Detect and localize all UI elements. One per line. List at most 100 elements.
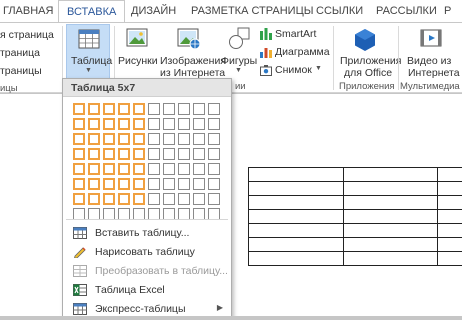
- grid-cell[interactable]: [163, 148, 175, 160]
- grid-cell-selected[interactable]: [118, 103, 130, 115]
- grid-cell[interactable]: [148, 133, 160, 145]
- grid-cell[interactable]: [208, 193, 220, 205]
- document-table[interactable]: [248, 167, 462, 266]
- grid-cell[interactable]: [178, 193, 190, 205]
- grid-cell-selected[interactable]: [103, 103, 115, 115]
- grid-cell-selected[interactable]: [73, 133, 85, 145]
- grid-cell-selected[interactable]: [103, 148, 115, 160]
- grid-cell-selected[interactable]: [133, 163, 145, 175]
- table-row: [248, 223, 462, 238]
- chart-button[interactable]: Диаграмма: [258, 45, 330, 60]
- excel-table-menu-item[interactable]: Таблица Excel: [67, 281, 229, 299]
- grid-cell[interactable]: [208, 148, 220, 160]
- grid-cell-selected[interactable]: [88, 148, 100, 160]
- grid-cell[interactable]: [178, 133, 190, 145]
- grid-cell-selected[interactable]: [103, 193, 115, 205]
- ribbon-tab-bar: ГЛАВНАЯ ВСТАВКА ДИЗАЙН РАЗМЕТКА СТРАНИЦЫ…: [0, 0, 462, 23]
- online-video-button[interactable]: Видео из Интернета: [401, 25, 460, 81]
- grid-cell[interactable]: [163, 163, 175, 175]
- grid-cell-selected[interactable]: [118, 148, 130, 160]
- grid-cell[interactable]: [208, 133, 220, 145]
- grid-cell-selected[interactable]: [133, 148, 145, 160]
- grid-cell-selected[interactable]: [103, 118, 115, 130]
- grid-cell[interactable]: [163, 118, 175, 130]
- grid-cell[interactable]: [148, 148, 160, 160]
- online-pictures-button[interactable]: Изображения из Интернета: [157, 25, 226, 81]
- tab-references[interactable]: ССЫЛКИ: [316, 0, 363, 22]
- tab-home[interactable]: ГЛАВНАЯ: [3, 0, 53, 22]
- grid-cell-selected[interactable]: [118, 133, 130, 145]
- menu-item-label: Таблица Excel: [95, 284, 165, 296]
- grid-cell[interactable]: [208, 103, 220, 115]
- grid-cell-selected[interactable]: [133, 133, 145, 145]
- grid-cell-selected[interactable]: [103, 163, 115, 175]
- grid-cell[interactable]: [148, 103, 160, 115]
- apps-for-office-button[interactable]: Приложения для Office: [336, 25, 401, 81]
- grid-cell-selected[interactable]: [118, 193, 130, 205]
- grid-cell-selected[interactable]: [73, 103, 85, 115]
- apps-group-label: Приложения: [339, 81, 395, 92]
- grid-cell[interactable]: [163, 193, 175, 205]
- grid-cell[interactable]: [148, 118, 160, 130]
- grid-cell[interactable]: [178, 148, 190, 160]
- grid-cell-selected[interactable]: [73, 178, 85, 190]
- grid-cell[interactable]: [193, 118, 205, 130]
- grid-cell[interactable]: [208, 163, 220, 175]
- grid-cell[interactable]: [193, 103, 205, 115]
- grid-cell-selected[interactable]: [103, 178, 115, 190]
- grid-cell[interactable]: [193, 133, 205, 145]
- grid-cell-selected[interactable]: [73, 118, 85, 130]
- insert-table-icon: [73, 227, 87, 239]
- apps-store-icon: [355, 29, 375, 51]
- grid-cell[interactable]: [193, 193, 205, 205]
- grid-cell-selected[interactable]: [118, 163, 130, 175]
- blank-page-button[interactable]: траница: [0, 47, 40, 59]
- table-button[interactable]: Таблица ▼: [66, 24, 112, 80]
- tab-design[interactable]: ДИЗАЙН: [131, 0, 176, 22]
- insert-table-menu-item[interactable]: Вставить таблицу...: [67, 224, 229, 242]
- tab-review-partial[interactable]: Р: [444, 0, 451, 22]
- grid-cell[interactable]: [178, 118, 190, 130]
- grid-cell[interactable]: [163, 133, 175, 145]
- grid-cell[interactable]: [178, 178, 190, 190]
- grid-cell-selected[interactable]: [88, 163, 100, 175]
- draw-table-menu-item[interactable]: Нарисовать таблицу: [67, 243, 229, 261]
- grid-cell[interactable]: [148, 178, 160, 190]
- grid-cell[interactable]: [208, 118, 220, 130]
- grid-cell-selected[interactable]: [133, 193, 145, 205]
- grid-cell[interactable]: [178, 163, 190, 175]
- grid-cell-selected[interactable]: [88, 193, 100, 205]
- shapes-button[interactable]: Фигуры ▼: [221, 25, 257, 81]
- grid-cell-selected[interactable]: [133, 178, 145, 190]
- grid-cell-selected[interactable]: [118, 178, 130, 190]
- grid-cell-selected[interactable]: [118, 118, 130, 130]
- screenshot-button[interactable]: Снимок ▼: [258, 63, 328, 78]
- pictures-button[interactable]: Рисунки: [116, 25, 158, 75]
- grid-cell[interactable]: [193, 163, 205, 175]
- smartart-button[interactable]: SmartArt: [258, 27, 328, 42]
- tab-mailings[interactable]: РАССЫЛКИ: [376, 0, 437, 22]
- grid-cell-selected[interactable]: [88, 133, 100, 145]
- grid-cell-selected[interactable]: [73, 193, 85, 205]
- grid-cell[interactable]: [193, 148, 205, 160]
- grid-cell-selected[interactable]: [88, 118, 100, 130]
- grid-cell[interactable]: [163, 178, 175, 190]
- grid-cell[interactable]: [163, 103, 175, 115]
- grid-cell[interactable]: [178, 103, 190, 115]
- grid-cell-selected[interactable]: [133, 103, 145, 115]
- grid-cell-selected[interactable]: [88, 103, 100, 115]
- shapes-label: Фигуры: [221, 55, 258, 67]
- page-break-button[interactable]: траницы: [0, 65, 42, 77]
- grid-cell-selected[interactable]: [73, 148, 85, 160]
- grid-cell[interactable]: [148, 193, 160, 205]
- grid-cell[interactable]: [208, 178, 220, 190]
- grid-cell[interactable]: [148, 163, 160, 175]
- grid-cell-selected[interactable]: [88, 178, 100, 190]
- grid-cell-selected[interactable]: [133, 118, 145, 130]
- grid-cell[interactable]: [193, 178, 205, 190]
- tab-insert[interactable]: ВСТАВКА: [58, 0, 126, 23]
- grid-cell-selected[interactable]: [103, 133, 115, 145]
- cover-page-button[interactable]: я страница: [0, 29, 54, 41]
- tab-page-layout[interactable]: РАЗМЕТКА СТРАНИЦЫ: [191, 0, 313, 22]
- grid-cell-selected[interactable]: [73, 163, 85, 175]
